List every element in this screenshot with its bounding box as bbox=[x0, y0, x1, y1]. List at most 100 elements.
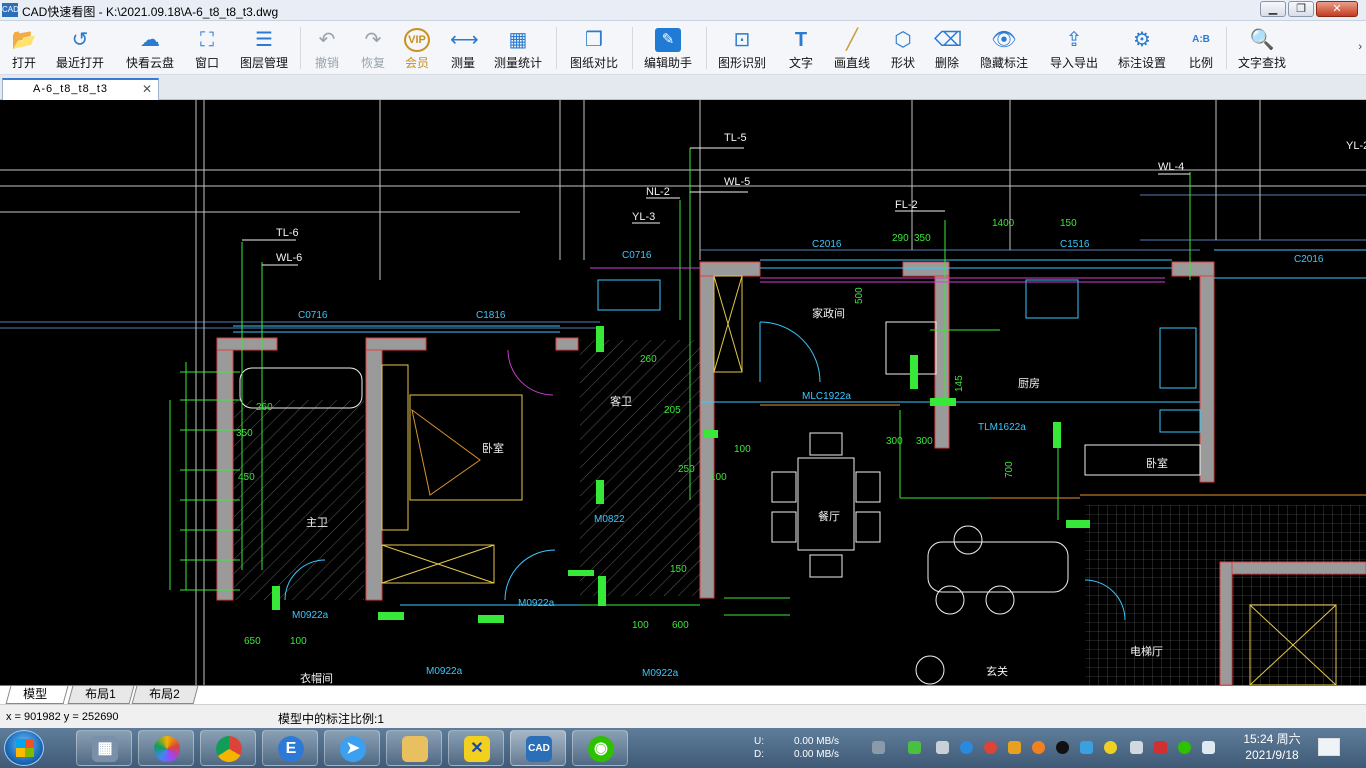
pipe-label: FL-2 bbox=[895, 199, 918, 211]
tab-model[interactable]: 模型 bbox=[5, 686, 69, 704]
dim-label: 500 bbox=[854, 287, 865, 304]
shield-icon[interactable] bbox=[1008, 741, 1021, 754]
e-browser-icon: E bbox=[278, 736, 304, 762]
plus-icon[interactable] bbox=[1104, 741, 1117, 754]
edit-assistant-button[interactable]: ✎ 编辑助手 bbox=[640, 25, 696, 73]
room-label: 卧室 bbox=[1146, 456, 1168, 470]
vip-button[interactable]: VIP 会员 bbox=[400, 25, 434, 73]
text-search-icon: 🔍 bbox=[1249, 29, 1275, 51]
pipe-label: YL-2 bbox=[1346, 140, 1366, 152]
feiyu-tray-icon[interactable] bbox=[960, 741, 973, 754]
edit-assistant-icon: ✎ bbox=[655, 28, 681, 52]
toolbar-divider bbox=[1226, 27, 1227, 69]
close-button[interactable]: ✕ bbox=[1316, 1, 1358, 17]
measure-stats-button[interactable]: ▦ 测量统计 bbox=[490, 25, 546, 73]
open-button[interactable]: 📂 打开 bbox=[4, 25, 44, 73]
signal-icon[interactable] bbox=[1202, 741, 1215, 754]
dim-label: 100 bbox=[710, 472, 727, 483]
network-monitor: U: 0.00 MB/s D: 0.00 MB/s bbox=[754, 736, 840, 760]
annotation-settings-button[interactable]: ⚙ 标注设置 bbox=[1114, 25, 1170, 73]
tab-layout2[interactable]: 布局2 bbox=[131, 686, 199, 704]
wechat-icon: ◉ bbox=[588, 736, 614, 762]
dim-label: 650 bbox=[244, 636, 261, 647]
eraser-icon: ⌫ bbox=[934, 29, 963, 51]
plug-icon[interactable] bbox=[936, 741, 949, 754]
room-label: 客卫 bbox=[610, 394, 632, 408]
draw-line-button[interactable]: ╱ 画直线 bbox=[830, 25, 874, 73]
dim-label: 300 bbox=[916, 436, 933, 447]
cloud-disk-button[interactable]: ☁ 快看云盘 bbox=[122, 25, 178, 73]
volume-icon[interactable] bbox=[1130, 741, 1143, 754]
hide-annotation-button[interactable]: 👁 隐藏标注 bbox=[976, 25, 1032, 73]
scale-button[interactable]: A:B 比例 bbox=[1184, 25, 1218, 73]
door-tag: TLM1622a bbox=[978, 422, 1026, 433]
folder-open-icon: 📂 bbox=[11, 29, 37, 51]
taskbar-chrome[interactable] bbox=[200, 730, 256, 766]
close-tab-icon[interactable]: ✕ bbox=[142, 82, 152, 96]
import-export-button[interactable]: ⇪ 导入导出 bbox=[1046, 25, 1102, 73]
delete-button[interactable]: ⌫ 删除 bbox=[930, 25, 964, 73]
wechat-tray-icon[interactable] bbox=[1178, 741, 1191, 754]
taskbar-feiyu[interactable]: ➤ bbox=[324, 730, 380, 766]
security-tray-icon[interactable] bbox=[1032, 741, 1045, 754]
notification-icon[interactable] bbox=[1318, 738, 1340, 756]
document-tab-bar: A-6_t8_t8_t3 ✕ bbox=[0, 75, 1366, 100]
taskbar-cad-viewer[interactable]: CAD bbox=[510, 730, 566, 766]
layer-manager-button[interactable]: ☰ 图层管理 bbox=[236, 25, 292, 73]
tab-layout1[interactable]: 布局1 bbox=[67, 686, 135, 704]
chrome-tray-icon[interactable] bbox=[984, 741, 997, 754]
qq-icon[interactable] bbox=[1056, 741, 1069, 754]
taskbar-calculator[interactable]: ▦ bbox=[76, 730, 132, 766]
window-tag: C0716 bbox=[622, 250, 652, 261]
drawing-canvas[interactable]: 1400 150 290 350 500 260 260 350 450 250… bbox=[0, 100, 1366, 685]
window-tag: C2016 bbox=[812, 239, 842, 250]
start-button[interactable] bbox=[4, 730, 44, 766]
taskbar-e-browser[interactable]: E bbox=[262, 730, 318, 766]
taskbar-x-tool[interactable]: ✕ bbox=[448, 730, 504, 766]
system-tray bbox=[868, 728, 1224, 768]
shape-recognize-button[interactable]: ⊡ 图形识别 bbox=[714, 25, 770, 73]
drawing-compare-button[interactable]: ❒ 图纸对比 bbox=[566, 25, 622, 73]
window-button[interactable]: ⛶ 窗口 bbox=[190, 25, 224, 73]
toolbar-more-chevron-icon[interactable]: › bbox=[1358, 41, 1362, 53]
recent-open-button[interactable]: ↺ 最近打开 bbox=[52, 25, 108, 73]
text-search-button[interactable]: 🔍 文字查找 bbox=[1234, 25, 1290, 73]
undo-button[interactable]: ↶ 撤销 bbox=[310, 25, 344, 73]
usb-icon[interactable] bbox=[1154, 741, 1167, 754]
room-label: 卧室 bbox=[482, 441, 504, 455]
pipe-label: TL-5 bbox=[724, 132, 747, 144]
door-tag: MLC1922a bbox=[802, 391, 851, 402]
room-label: 衣帽间 bbox=[300, 671, 333, 685]
dim-label: 600 bbox=[672, 620, 689, 631]
main-toolbar: 📂 打开 ↺ 最近打开 ☁ 快看云盘 ⛶ 窗口 ☰ 图层管理 ↶ 撤销 ↷ 恢复 VIP 会员 … bbox=[0, 21, 1366, 75]
battery-icon[interactable] bbox=[908, 741, 921, 754]
minimize-button[interactable]: ▁ bbox=[1260, 1, 1286, 17]
keyboard-icon[interactable] bbox=[872, 741, 885, 754]
taskbar-file-explorer[interactable] bbox=[386, 730, 442, 766]
undo-icon: ↶ bbox=[318, 29, 336, 51]
dim-label: 100 bbox=[734, 444, 751, 455]
dim-label: 300 bbox=[886, 436, 903, 447]
layout-tab-bar: 模型 布局1 布局2 bbox=[0, 685, 1366, 704]
dim-label: 150 bbox=[670, 564, 687, 575]
clock[interactable]: 15:24 周六 2021/9/18 bbox=[1232, 731, 1312, 763]
restore-button[interactable]: ❐ bbox=[1288, 1, 1314, 17]
text-icon: T bbox=[794, 29, 808, 51]
window-tag: C1816 bbox=[476, 310, 506, 321]
coordinate-readout: x = 901982 y = 252690 bbox=[6, 711, 119, 723]
taskbar-wechat[interactable]: ◉ bbox=[572, 730, 628, 766]
measure-button[interactable]: ⟷ 测量 bbox=[446, 25, 480, 73]
taskbar-picture-viewer[interactable] bbox=[138, 730, 194, 766]
text-button[interactable]: T 文字 bbox=[784, 25, 818, 73]
app-icon: CAD bbox=[2, 3, 19, 17]
import-export-icon: ⇪ bbox=[1065, 29, 1083, 51]
redo-button[interactable]: ↷ 恢复 bbox=[356, 25, 390, 73]
shape-button[interactable]: ⬡ 形状 bbox=[886, 25, 920, 73]
windows-logo-icon bbox=[16, 739, 34, 757]
document-tab[interactable]: A-6_t8_t8_t3 ✕ bbox=[2, 78, 159, 100]
check-icon[interactable] bbox=[1080, 741, 1093, 754]
measure-stats-icon: ▦ bbox=[508, 29, 528, 51]
dim-label: 260 bbox=[640, 354, 657, 365]
dim-label: 450 bbox=[238, 472, 255, 483]
pinwheel-icon bbox=[154, 736, 180, 762]
